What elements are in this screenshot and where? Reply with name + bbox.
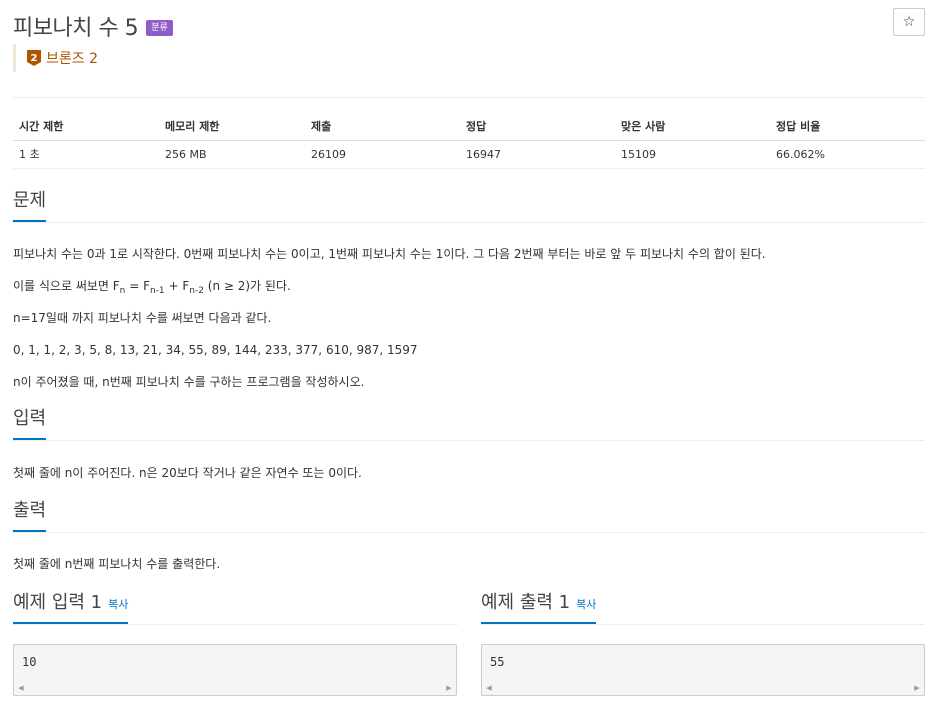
input-section-header: 입력 xyxy=(13,407,925,441)
stats-header-accepted: 정답 xyxy=(460,112,615,141)
input-description: 첫째 줄에 n이 주어진다. n은 20보다 작거나 같은 자연수 또는 0이다… xyxy=(13,466,362,480)
output-section-title: 출력 xyxy=(13,499,47,532)
sample-output-title: 예제 출력 1 복사 xyxy=(481,591,597,624)
copy-input-button[interactable]: 복사 xyxy=(108,598,128,611)
sample-input-box[interactable]: 10 ◀ ▶ xyxy=(13,644,457,696)
stats-memory-limit: 256 MB xyxy=(159,140,305,169)
scroll-right-icon[interactable]: ▶ xyxy=(442,681,456,695)
output-section-header: 출력 xyxy=(13,499,925,533)
problem-section-title: 문제 xyxy=(13,189,47,222)
problem-description-line: n이 주어졌을 때, n번째 피보나치 수를 구하는 프로그램을 작성하시오. xyxy=(13,375,365,389)
star-icon: ☆ xyxy=(902,14,916,30)
bronze-tier-icon: 2 xyxy=(27,50,41,66)
stats-header-time-limit: 시간 제한 xyxy=(13,112,159,141)
problem-description-line: n=17일때 까지 피보나치 수를 써보면 다음과 같다. xyxy=(13,311,272,325)
stats-header-memory-limit: 메모리 제한 xyxy=(159,112,305,141)
fibonacci-sequence-line: 0, 1, 1, 2, 3, 5, 8, 13, 21, 34, 55, 89,… xyxy=(13,343,418,357)
stats-submissions[interactable]: 26109 xyxy=(305,140,460,169)
stats-header-ratio: 정답 비율 xyxy=(770,112,925,141)
problem-section-header: 문제 xyxy=(13,189,925,223)
scroll-left-icon[interactable]: ◀ xyxy=(482,681,496,695)
stats-accepted[interactable]: 16947 xyxy=(460,140,615,169)
tier-label: 브론즈 2 xyxy=(46,51,98,67)
problem-header: 피보나치 수 5 분류 xyxy=(13,10,173,42)
problem-description-line: 피보나치 수는 0과 1로 시작한다. 0번째 피보나치 수는 0이고, 1번째… xyxy=(13,247,766,261)
sample-input-header: 예제 입력 1 복사 xyxy=(13,591,458,625)
sample-input-title: 예제 입력 1 복사 xyxy=(13,591,129,624)
tier-indicator: 2 브론즈 2 xyxy=(13,44,98,72)
horizontal-scrollbar[interactable]: ◀ ▶ xyxy=(14,681,456,695)
sample-output-box[interactable]: 55 ◀ ▶ xyxy=(481,644,925,696)
input-section-title: 입력 xyxy=(13,407,47,440)
sample-input-value: 10 xyxy=(22,655,37,669)
problem-formula-line: 이를 식으로 써보면 Fn = Fn-1 + Fn-2 (n ≥ 2)가 된다. xyxy=(13,279,291,296)
sample-output-header: 예제 출력 1 복사 xyxy=(481,591,925,625)
stats-header-submissions: 제출 xyxy=(305,112,460,141)
divider xyxy=(13,97,925,98)
problem-stats-table: 시간 제한 메모리 제한 제출 정답 맞은 사람 정답 비율 1 초 256 M… xyxy=(13,112,925,169)
scroll-right-icon[interactable]: ▶ xyxy=(910,681,924,695)
stats-ratio: 66.062% xyxy=(770,140,925,169)
sample-output-value: 55 xyxy=(490,655,505,669)
category-badge[interactable]: 분류 xyxy=(146,20,173,36)
output-description: 첫째 줄에 n번째 피보나치 수를 출력한다. xyxy=(13,557,221,571)
problem-title: 피보나치 수 5 xyxy=(13,16,139,41)
copy-output-button[interactable]: 복사 xyxy=(576,598,596,611)
stats-time-limit: 1 초 xyxy=(13,140,159,169)
horizontal-scrollbar[interactable]: ◀ ▶ xyxy=(482,681,924,695)
star-button[interactable]: ☆ xyxy=(893,8,925,36)
stats-header-solvers: 맞은 사람 xyxy=(615,112,770,141)
scroll-left-icon[interactable]: ◀ xyxy=(14,681,28,695)
stats-solvers[interactable]: 15109 xyxy=(615,140,770,169)
